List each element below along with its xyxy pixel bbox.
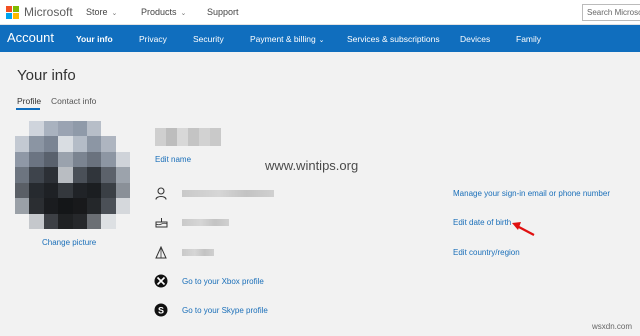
country-redacted xyxy=(182,249,214,256)
tab-security[interactable]: Security xyxy=(193,34,224,44)
region-icon xyxy=(154,245,168,259)
person-icon xyxy=(154,186,168,200)
nav-store[interactable]: Store ⌄ xyxy=(86,7,117,17)
account-nav-bar: Account Your info Privacy Security Payme… xyxy=(0,25,640,52)
email-redacted xyxy=(182,190,274,197)
tab-privacy[interactable]: Privacy xyxy=(139,34,167,44)
tab-family[interactable]: Family xyxy=(516,34,541,44)
watermark: www.wintips.org xyxy=(265,158,359,173)
tab-devices[interactable]: Devices xyxy=(460,34,490,44)
arrow-icon xyxy=(512,222,535,236)
manage-signin-link[interactable]: Manage your sign-in email or phone numbe… xyxy=(453,189,610,198)
chevron-down-icon: ⌄ xyxy=(111,10,118,17)
edit-name-link[interactable]: Edit name xyxy=(155,155,191,164)
edit-country-link[interactable]: Edit country/region xyxy=(453,248,520,257)
edit-dob-link[interactable]: Edit date of birth xyxy=(453,218,511,227)
footer-watermark: wsxdn.com xyxy=(592,322,633,331)
svg-text:S: S xyxy=(158,306,164,316)
top-header: Microsoft Store ⌄ Products ⌄ Support Searc… xyxy=(0,0,640,25)
tab-services-subscriptions[interactable]: Services & subscriptions xyxy=(347,34,440,44)
skype-profile-link[interactable]: Go to your Skype profile xyxy=(182,306,268,315)
tab-payment-billing[interactable]: Payment & billing ⌄ xyxy=(250,34,325,44)
subtab-contact-info[interactable]: Contact info xyxy=(51,96,96,106)
chevron-down-icon: ⌄ xyxy=(318,37,325,44)
brand-name[interactable]: Microsoft xyxy=(24,5,73,19)
nav-products[interactable]: Products ⌄ xyxy=(141,7,186,17)
birthdate-redacted xyxy=(182,219,229,226)
page-title: Your info xyxy=(17,67,76,84)
xbox-profile-link[interactable]: Go to your Xbox profile xyxy=(182,277,264,286)
cake-icon xyxy=(154,215,168,229)
nav-support[interactable]: Support xyxy=(207,7,239,17)
account-title[interactable]: Account xyxy=(7,30,54,45)
subtab-active-indicator xyxy=(16,108,40,110)
skype-icon: S xyxy=(154,303,168,317)
search-input[interactable]: Search Microso xyxy=(582,4,640,21)
xbox-icon xyxy=(154,274,168,288)
change-picture-link[interactable]: Change picture xyxy=(42,238,96,247)
subtab-profile[interactable]: Profile xyxy=(17,96,41,106)
microsoft-logo-icon[interactable] xyxy=(6,6,19,19)
name-redacted xyxy=(155,128,221,146)
tab-your-info[interactable]: Your info xyxy=(76,34,113,44)
chevron-down-icon: ⌄ xyxy=(180,10,187,17)
avatar[interactable] xyxy=(15,121,130,229)
